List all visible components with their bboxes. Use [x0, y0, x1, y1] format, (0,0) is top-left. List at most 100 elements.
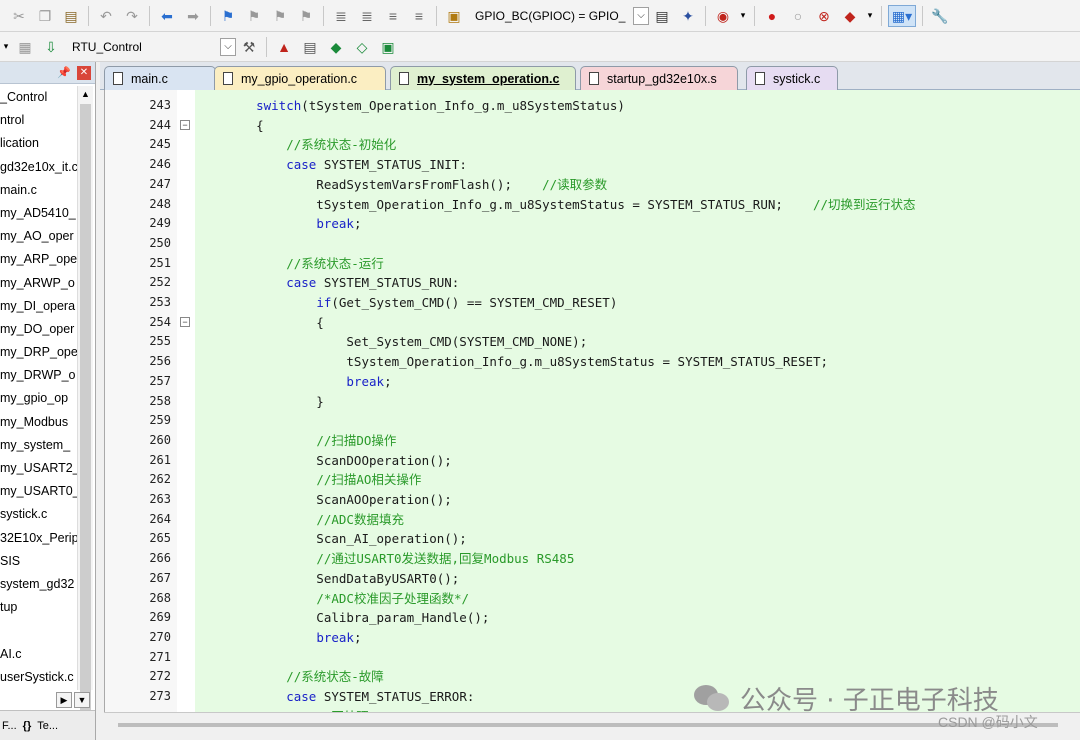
tree-item[interactable]: my_ARWP_o	[0, 272, 78, 295]
code-line[interactable]: 255 Set_System_CMD(SYSTEM_CMD_NONE);	[105, 332, 1080, 352]
tree-item[interactable]: my_Modbus	[0, 411, 78, 434]
pin-icon[interactable]: 📌	[57, 66, 71, 79]
scroll-up-icon[interactable]: ▲	[78, 86, 93, 102]
kill-breakpoints-icon[interactable]: ◆	[839, 5, 861, 27]
tab-startup-gd32e10x-s[interactable]: startup_gd32e10x.s	[580, 66, 738, 90]
code-line[interactable]: 263 ScanAOOperation();	[105, 490, 1080, 510]
tree-item[interactable]: userSystick.c	[0, 666, 78, 689]
find-icon[interactable]: ▤	[651, 5, 673, 27]
tree-item[interactable]: my_DI_opera	[0, 295, 78, 318]
copy-icon[interactable]: ❐	[34, 5, 56, 27]
pack-installer-icon[interactable]: ◇	[351, 36, 373, 58]
incremental-find-icon[interactable]: ✦	[677, 5, 699, 27]
scroll-down-icon[interactable]: ▼	[74, 692, 90, 708]
tab-systick-c[interactable]: systick.c	[746, 66, 838, 90]
code-line[interactable]: 245 //系统状态-初始化	[105, 135, 1080, 155]
tab-main-c[interactable]: main.c	[104, 66, 216, 90]
redo-icon[interactable]: ↷	[121, 5, 143, 27]
chevron-down-icon[interactable]: ⌵	[633, 6, 649, 25]
code-line[interactable]: 256 tSystem_Operation_Info_g.m_u8SystemS…	[105, 352, 1080, 372]
code-line[interactable]: 266 //通过USART0发送数据,回复Modbus RS485	[105, 549, 1080, 569]
config-combo[interactable]: GPIO_BC(GPIOC) = GPIO_ ⌵	[471, 6, 649, 26]
window-layout-icon[interactable]: ▦▾	[888, 4, 916, 27]
tree-item[interactable]: main.c	[0, 179, 78, 202]
code-line[interactable]: 258 }	[105, 392, 1080, 412]
tree-item[interactable]: my_USART2_	[0, 457, 78, 480]
file-extensions-icon[interactable]: ▤	[299, 36, 321, 58]
tree-item[interactable]: my_AD5410_	[0, 202, 78, 225]
fold-toggle-icon[interactable]: −	[180, 119, 190, 130]
bookmark-icon[interactable]: ⚑	[217, 5, 239, 27]
code-line[interactable]: 259	[105, 411, 1080, 431]
footer-tab-templates[interactable]: Te...	[37, 720, 58, 732]
code-line[interactable]: 251 //系统状态-运行	[105, 254, 1080, 274]
tree-item[interactable]: lication	[0, 132, 78, 155]
debug-session-icon[interactable]: ◉	[712, 5, 734, 27]
comment-icon[interactable]: ≡	[382, 5, 404, 27]
close-icon[interactable]: ✕	[77, 65, 91, 80]
uncomment-icon[interactable]: ≡	[408, 5, 430, 27]
tree-item[interactable]: tup	[0, 596, 78, 619]
multi-project-icon[interactable]: ▣	[377, 36, 399, 58]
cut-icon[interactable]: ✂	[8, 5, 30, 27]
undo-icon[interactable]: ↶	[95, 5, 117, 27]
code-line[interactable]: 268 /*ADC校准因子处理函数*/	[105, 589, 1080, 609]
tree-item[interactable]: 32E10x_Periph	[0, 527, 78, 550]
manage-project-icon[interactable]: ▲	[273, 36, 295, 58]
code-line[interactable]: 254− {	[105, 313, 1080, 333]
tree-item[interactable]: my_gpio_op	[0, 387, 78, 410]
chevron-down-icon[interactable]: ⌵	[220, 37, 236, 56]
tree-item[interactable]: ntrol	[0, 109, 78, 132]
next-bookmark-icon[interactable]: ⚑	[269, 5, 291, 27]
tree-item[interactable]: my_AO_oper	[0, 225, 78, 248]
tree-item[interactable]: my_DRWP_o	[0, 364, 78, 387]
disable-breakpoint-icon[interactable]: ○	[787, 5, 809, 27]
clear-bookmarks-icon[interactable]: ⚑	[295, 5, 317, 27]
code-line[interactable]: 257 break;	[105, 372, 1080, 392]
tab-my-gpio-operation-c[interactable]: my_gpio_operation.c	[214, 66, 386, 90]
tree-item[interactable]: my_ARP_ope	[0, 248, 78, 271]
code-line[interactable]: 262 //扫描AO相关操作	[105, 470, 1080, 490]
code-line[interactable]: 247 ReadSystemVarsFromFlash(); //读取参数	[105, 175, 1080, 195]
clear-breakpoints-icon[interactable]: ⊗	[813, 5, 835, 27]
code-line[interactable]: 244− {	[105, 116, 1080, 136]
code-line[interactable]: 253 if(Get_System_CMD() == SYSTEM_CMD_RE…	[105, 293, 1080, 313]
nav-back-icon[interactable]: ⬅	[156, 5, 178, 27]
tree-item[interactable]: my_system_	[0, 434, 78, 457]
chevron-down-icon[interactable]: ▾	[738, 5, 748, 27]
target-select[interactable]: RTU_Control ⌵	[68, 37, 236, 57]
tree-item[interactable]: my_DO_oper	[0, 318, 78, 341]
tree-item[interactable]: gd32e10x_it.c	[0, 156, 78, 179]
scroll-track[interactable]	[118, 723, 1058, 727]
code-line[interactable]: 243 switch(tSystem_Operation_Info_g.m_u8…	[105, 96, 1080, 116]
code-line[interactable]: 265 Scan_AI_operation();	[105, 529, 1080, 549]
wrench-icon[interactable]: 🔧	[929, 5, 951, 27]
tree-item[interactable]: AI.c	[0, 643, 78, 666]
find-in-files-icon[interactable]: ▣	[443, 5, 465, 27]
code-line[interactable]: 250	[105, 234, 1080, 254]
code-editor[interactable]: 243 switch(tSystem_Operation_Info_g.m_u8…	[104, 90, 1080, 712]
code-line[interactable]: 252 case SYSTEM_STATUS_RUN:	[105, 273, 1080, 293]
tree-item[interactable]: my_DRP_ope	[0, 341, 78, 364]
tree-item[interactable]: _Control	[0, 86, 78, 109]
code-line[interactable]: 246 case SYSTEM_STATUS_INIT:	[105, 155, 1080, 175]
chevron-down-icon[interactable]: ▾	[2, 36, 10, 58]
tree-item[interactable]: SIS	[0, 550, 78, 573]
unindent-icon[interactable]: ≣	[356, 5, 378, 27]
tree-item[interactable]	[0, 619, 78, 642]
indent-icon[interactable]: ≣	[330, 5, 352, 27]
code-line[interactable]: 269 Calibra_param_Handle();	[105, 608, 1080, 628]
code-line[interactable]: 267 SendDataByUSART0();	[105, 569, 1080, 589]
paste-icon[interactable]: ▤	[60, 5, 82, 27]
insert-breakpoint-icon[interactable]: ●	[761, 5, 783, 27]
run-time-env-icon[interactable]: ◆	[325, 36, 347, 58]
footer-tab-functions[interactable]: {}	[23, 720, 32, 732]
target-options-icon[interactable]: ⚒	[238, 36, 260, 58]
code-line[interactable]: 264 //ADC数据填充	[105, 510, 1080, 530]
prev-bookmark-icon[interactable]: ⚑	[243, 5, 265, 27]
tree-item[interactable]: systick.c	[0, 503, 78, 526]
download-icon[interactable]: ▦	[14, 36, 36, 58]
chevron-down-icon[interactable]: ▾	[865, 5, 875, 27]
tree-item[interactable]: system_gd32	[0, 573, 78, 596]
tree-vertical-scrollbar[interactable]: ▲	[77, 86, 93, 710]
